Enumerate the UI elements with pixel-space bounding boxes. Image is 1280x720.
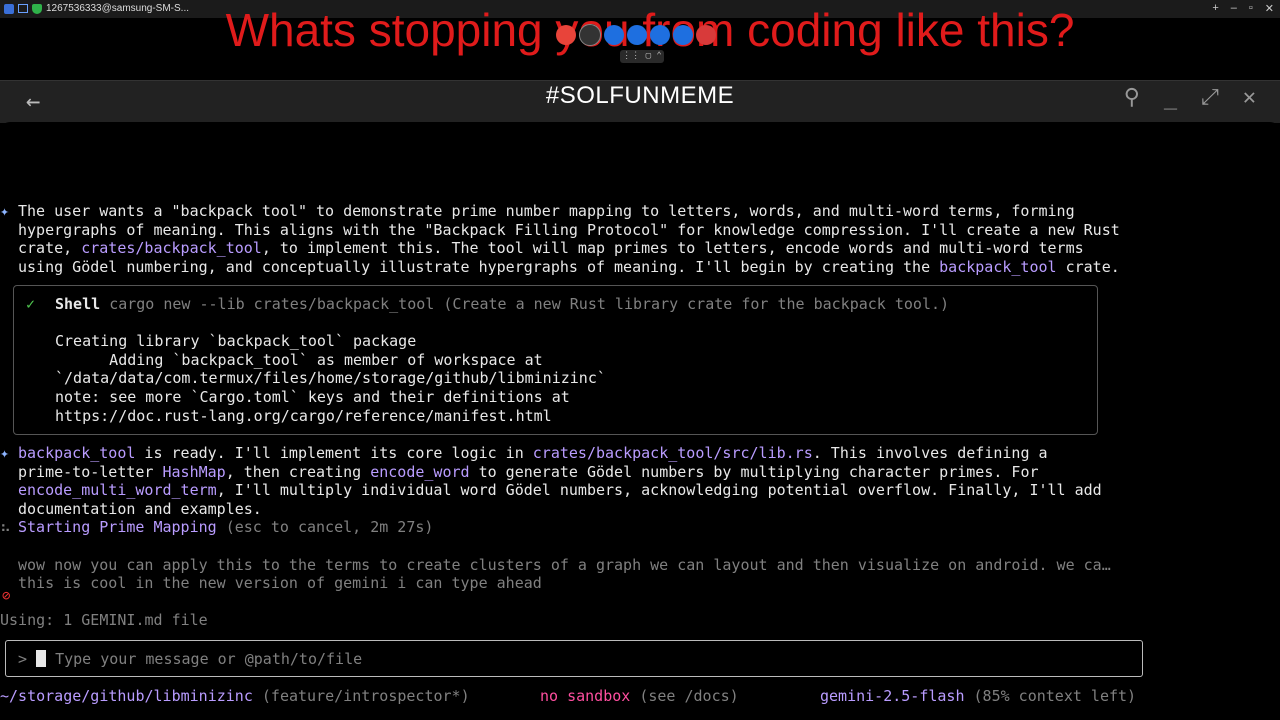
page-title: #SOLFUNMEME — [545, 82, 735, 109]
context-left: (85% context left) — [973, 686, 1137, 705]
terminal: ✦ The user wants a "backpack tool" to de… — [0, 122, 1280, 720]
close-icon[interactable]: ✕ — [1243, 85, 1256, 110]
assistant-text: documentation and examples. — [18, 499, 262, 518]
assistant-text: hypergraphs of meaning. This aligns with… — [18, 220, 1120, 239]
mirror-handle[interactable]: ⋮⋮ ▢ ⌃ — [620, 50, 664, 63]
shell-output: https://doc.rust-lang.org/cargo/referenc… — [55, 406, 552, 425]
model-name: gemini-2.5-flash — [820, 686, 965, 705]
model-status: gemini-2.5-flash (85% context left) — [820, 687, 1136, 706]
assistant-text: prime-to-letter HashMap, then creating e… — [18, 462, 1039, 481]
sandbox-status: no sandbox (see /docs) — [540, 686, 739, 705]
assistant-bullet-icon: ✦ — [0, 444, 10, 462]
input-placeholder: Type your message or @path/to/file — [55, 649, 363, 668]
shell-output: `/data/data/com.termux/files/home/storag… — [55, 369, 606, 388]
shell-output: note: see more `Cargo.toml` keys and the… — [55, 388, 570, 406]
record-icon[interactable] — [673, 25, 693, 45]
mirror-tool-icon[interactable] — [556, 25, 576, 45]
queued-message: wow now you can apply this to the terms … — [18, 555, 1111, 574]
shell-command-line: Shell cargo new --lib crates/backpack_to… — [55, 295, 949, 314]
context-info: Using: 1 GEMINI.md file — [0, 611, 208, 630]
mirror-tool-icon[interactable] — [650, 25, 670, 45]
status-label: Starting Prime Mapping — [18, 518, 217, 537]
status-line: Starting Prime Mapping (esc to cancel, 2… — [18, 518, 433, 537]
assistant-bullet-icon: ✦ — [0, 202, 10, 220]
queued-message: this is cool in the new version of gemin… — [18, 574, 542, 593]
back-icon[interactable] — [696, 25, 716, 45]
mirror-tool-icon[interactable] — [579, 24, 601, 46]
check-icon: ✓ — [26, 295, 36, 313]
mirror-tool-icon[interactable] — [604, 25, 624, 45]
pin-icon[interactable]: ⚲ — [1124, 85, 1140, 110]
status-footer: ~/storage/github/libminizinc (feature/in… — [0, 687, 470, 706]
assistant-text: encode_multi_word_term, I'll multiply in… — [18, 481, 1102, 500]
mirror-toolbar — [556, 22, 716, 48]
shell-label: Shell — [55, 295, 101, 313]
code-link: crates/backpack_tool — [81, 239, 262, 258]
assistant-text: The user wants a "backpack tool" to demo… — [18, 202, 1075, 220]
shell-output: Adding `backpack_tool` as member of work… — [55, 350, 543, 369]
code-link: backpack_tool — [939, 257, 1057, 276]
status-hint: (esc to cancel, 2m 27s) — [225, 518, 434, 537]
assistant-text: crate, crates/backpack_tool, to implemen… — [18, 239, 1084, 258]
cwd-path: ~/storage/github/libminizinc — [0, 686, 253, 705]
shell-output: Creating library `backpack_tool` package — [55, 332, 417, 351]
assistant-text: backpack_tool is ready. I'll implement i… — [18, 444, 1048, 462]
mouse-pointer-icon: ⊘ — [2, 588, 11, 604]
input-line[interactable]: > Type your message or @path/to/file — [18, 649, 363, 669]
app-header: ← #SOLFUNMEME ⚲ _ ⤢ ✕ — [0, 80, 1280, 123]
text-cursor — [36, 649, 47, 667]
spinner-icon: ⠦ — [0, 518, 11, 537]
git-branch: (feature/introspector*) — [261, 686, 470, 705]
prompt-symbol: > — [18, 649, 28, 668]
expand-icon[interactable]: ⤢ — [1201, 85, 1219, 110]
shell-command: cargo new --lib crates/backpack_tool (Cr… — [109, 295, 950, 313]
assistant-text: using Gödel numbering, and conceptually … — [18, 257, 1120, 276]
minimize-icon[interactable]: _ — [1164, 85, 1177, 110]
mirror-tool-icon[interactable] — [627, 25, 647, 45]
